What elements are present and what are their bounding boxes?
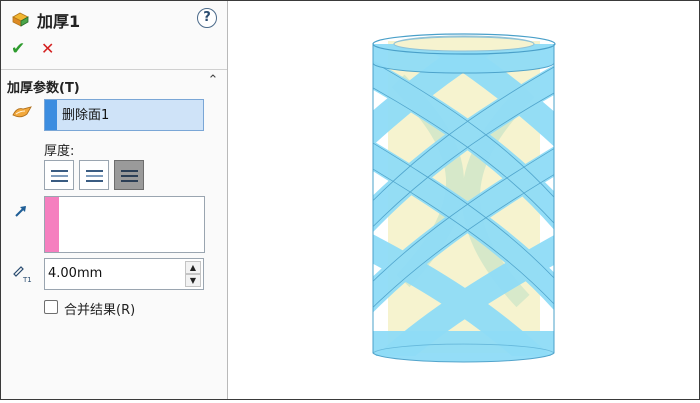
selection-color-marker	[45, 100, 57, 130]
thickness-input[interactable]	[48, 263, 180, 283]
feature-title: 加厚1	[37, 12, 81, 31]
thicken-params-group-title: 加厚参数(T)	[7, 81, 80, 96]
face-selection-icon	[12, 106, 32, 118]
side2-line-icon	[86, 170, 103, 172]
thicken-side2-button[interactable]	[79, 160, 109, 190]
side2-line-icon	[86, 175, 103, 177]
side1-line-icon	[51, 170, 68, 172]
face-selection-list[interactable]: 删除面1	[44, 99, 204, 131]
graphics-viewport[interactable]	[228, 1, 699, 399]
thicken-feature-icon	[12, 12, 29, 27]
side2-line-icon	[86, 180, 103, 182]
direction-arrow-icon	[15, 206, 26, 217]
help-icon[interactable]: ?	[197, 8, 217, 28]
thickness-dimension-icon: T1	[13, 266, 32, 284]
thickness-label: 厚度:	[44, 144, 75, 159]
both-sides-line-icon	[121, 175, 138, 177]
merge-result-checkbox[interactable]	[44, 300, 58, 314]
thicken-side1-button[interactable]	[44, 160, 74, 190]
selected-face-item[interactable]: 删除面1	[62, 104, 109, 123]
both-sides-line-icon	[121, 170, 138, 172]
spin-up-button[interactable]: ▲	[185, 261, 201, 274]
thickened-cylinder-model[interactable]	[228, 1, 699, 399]
side1-line-icon	[51, 175, 68, 177]
property-manager: 加厚1 ? ✔ ✕ 加厚参数(T) ⌃ 删除面1 厚度: T1 4.00mm ▲…	[1, 1, 228, 399]
divider	[1, 69, 227, 70]
svg-text:T1: T1	[22, 276, 32, 284]
spin-down-button[interactable]: ▼	[185, 274, 201, 287]
thicken-both-sides-button[interactable]	[114, 160, 144, 190]
direction-selection-list[interactable]	[44, 196, 205, 253]
collapse-chevron-icon[interactable]: ⌃	[205, 73, 221, 89]
cancel-button[interactable]: ✕	[41, 39, 59, 58]
thickness-spinbox: ▲ ▼	[44, 258, 204, 290]
ok-button[interactable]: ✔	[11, 39, 29, 59]
side1-line-icon	[51, 180, 68, 182]
merge-result-label[interactable]: 合并结果(R)	[64, 299, 135, 318]
both-sides-line-icon	[121, 180, 138, 182]
feature-header: 加厚1 ?	[7, 7, 221, 31]
selection-color-marker	[45, 197, 59, 252]
